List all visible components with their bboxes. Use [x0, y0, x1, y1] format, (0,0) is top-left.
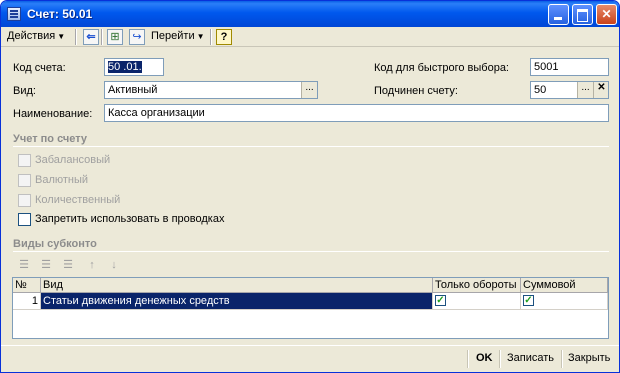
kind-label: Вид:: [13, 85, 36, 97]
arrow-up-icon[interactable]: ↑: [85, 259, 99, 272]
name-label: Наименование:: [13, 108, 93, 120]
structure-icon[interactable]: ⊞: [107, 29, 123, 45]
currency-checkbox[interactable]: [18, 174, 31, 187]
name-value: Касса организации: [108, 107, 205, 119]
quick-code-field[interactable]: 5001: [530, 58, 609, 76]
account-form-icon: [7, 7, 21, 21]
toolbar-divider: [210, 29, 211, 45]
row-turnover-cell[interactable]: ✓: [433, 293, 521, 310]
toolbar-divider: [101, 29, 102, 45]
parent-field[interactable]: 50 ... ✕: [530, 81, 609, 99]
code-field[interactable]: 50 .01.: [104, 58, 164, 76]
sum-checkbox[interactable]: ✓: [523, 295, 534, 306]
minimize-button[interactable]: [548, 4, 569, 25]
goto-menu[interactable]: Перейти ▼: [151, 30, 205, 42]
toolbar: Действия ▼ ⇐ ⊞ ↪ Перейти ▼ ?: [1, 27, 619, 47]
button-divider: [467, 350, 468, 368]
help-icon[interactable]: ?: [216, 29, 232, 45]
quantity-checkbox[interactable]: [18, 194, 31, 207]
code-label: Код счета:: [13, 62, 66, 74]
button-divider: [499, 350, 500, 368]
name-field[interactable]: Касса организации: [104, 104, 609, 122]
subconto-section-title: Виды субконто: [13, 238, 97, 250]
button-divider: [561, 350, 562, 368]
column-header-turnover[interactable]: Только обороты: [433, 278, 521, 293]
offbalance-checkbox[interactable]: [18, 154, 31, 167]
subconto-table[interactable]: № Вид Только обороты Суммовой 1 Статьи д…: [12, 277, 609, 339]
forbid-postings-checkbox[interactable]: [18, 213, 31, 226]
add-row-icon[interactable]: ☰: [17, 259, 31, 272]
forbid-postings-label: Запретить использовать в проводках: [35, 213, 225, 225]
column-header-kind[interactable]: Вид: [41, 278, 433, 293]
account-window: Счет: 50.01 ✕ Действия ▼ ⇐ ⊞ ↪ Перейти ▼ ?…: [0, 0, 620, 373]
offbalance-label: Забалансовый: [35, 154, 111, 166]
quick-code-label: Код для быстрого выбора:: [374, 62, 509, 74]
code-value: 50 .01.: [108, 61, 142, 73]
toolbar-divider: [75, 29, 76, 45]
quick-code-value: 5001: [534, 61, 559, 73]
quantity-label: Количественный: [35, 194, 121, 206]
column-header-sum[interactable]: Суммовой: [521, 278, 608, 293]
turnover-only-checkbox[interactable]: ✓: [435, 295, 446, 306]
clear-icon[interactable]: ✕: [593, 82, 608, 98]
parent-select-button[interactable]: ...: [577, 82, 593, 98]
bottom-divider: [1, 345, 619, 346]
maximize-button[interactable]: [572, 4, 593, 25]
row-kind-cell[interactable]: Статьи движения денежных средств: [41, 293, 433, 310]
window-title: Счет: 50.01: [27, 7, 93, 21]
delete-row-icon[interactable]: ☰: [61, 259, 75, 272]
accounting-section-title: Учет по счету: [13, 133, 88, 145]
close-button[interactable]: Закрыть: [568, 352, 610, 364]
chevron-down-icon: ▼: [57, 32, 66, 41]
chevron-down-icon: ▼: [196, 32, 205, 41]
actions-menu[interactable]: Действия ▼: [7, 30, 65, 42]
actions-menu-label: Действия: [7, 30, 56, 42]
copy-row-icon[interactable]: ☰: [39, 259, 53, 272]
ok-button[interactable]: OK: [476, 352, 493, 364]
arrow-left-icon[interactable]: ⇐: [83, 29, 99, 45]
currency-label: Валютный: [35, 174, 89, 186]
parent-label: Подчинен счету:: [374, 85, 458, 97]
save-button[interactable]: Записать: [507, 352, 554, 364]
column-header-num[interactable]: №: [13, 278, 41, 293]
kind-field[interactable]: Активный ...: [104, 81, 318, 99]
close-window-button[interactable]: ✕: [596, 4, 617, 25]
parent-value: 50: [534, 84, 547, 96]
title-bar: Счет: 50.01 ✕: [1, 1, 619, 27]
section-divider: [13, 146, 609, 147]
arrow-down-icon[interactable]: ↓: [107, 259, 121, 272]
kind-select-button[interactable]: ...: [301, 82, 317, 98]
row-sum-cell[interactable]: ✓: [521, 293, 608, 310]
goto-menu-label: Перейти: [151, 30, 195, 42]
kind-value: Активный: [108, 84, 158, 96]
row-num-cell[interactable]: 1: [13, 293, 41, 310]
goto-icon[interactable]: ↪: [129, 29, 145, 45]
section-divider: [13, 251, 609, 252]
